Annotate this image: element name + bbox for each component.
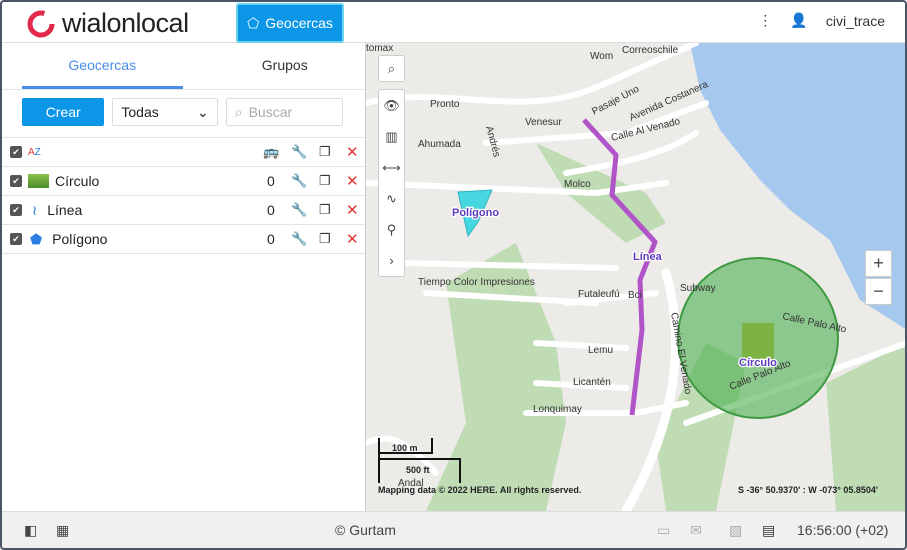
wrench-icon[interactable]: 🔧 xyxy=(291,173,307,189)
footer: ◧ ▦ © Gurtam ▭ ✉ ▨ ▤ 16:56:00 (+02) xyxy=(0,511,907,550)
map-label: Correoschile xyxy=(622,45,679,56)
scale-feet: 500 ft xyxy=(406,465,430,475)
layout-icon[interactable]: ▤ xyxy=(762,522,775,539)
filter-select[interactable]: Todas ⌄ xyxy=(112,98,218,126)
list-header: ✔ AZ 🚌 🔧 ❐ ✕ xyxy=(0,138,365,167)
delete-icon[interactable]: ✕ xyxy=(346,201,359,219)
map-label: Venesur xyxy=(525,117,562,128)
unit-bus-icon[interactable]: 🚌 xyxy=(263,144,279,160)
more-menu-icon[interactable]: ⋮ xyxy=(758,12,772,29)
map-search-button[interactable]: ⌕ xyxy=(378,55,405,82)
scale-meters: 100 m xyxy=(392,443,418,453)
map-label: Ahumada xyxy=(418,139,461,150)
map-label: Molco xyxy=(564,179,591,190)
checkbox[interactable]: ✔ xyxy=(10,175,22,187)
notifications-icon[interactable]: ▭ xyxy=(657,522,670,539)
line-label: Línea xyxy=(633,251,663,263)
zoom-in-button[interactable]: + xyxy=(865,250,892,277)
wrench-icon[interactable]: 🔧 xyxy=(291,202,307,218)
create-button[interactable]: Crear xyxy=(22,98,105,126)
select-all-checkbox[interactable]: ✔ xyxy=(10,146,22,158)
map-label: Lonquimay xyxy=(533,404,582,415)
sort-az-icon[interactable]: AZ xyxy=(28,147,41,158)
points-icon[interactable]: ⚲ xyxy=(387,214,397,245)
username[interactable]: civi_trace xyxy=(826,13,885,29)
wrench-icon[interactable]: 🔧 xyxy=(291,231,307,247)
geofence-icon: ⬠ xyxy=(247,14,260,31)
messages-icon[interactable]: ✉ xyxy=(690,522,702,539)
grid-icon[interactable]: ▦ xyxy=(56,522,69,539)
tab-grupos[interactable]: Grupos xyxy=(205,43,366,89)
search-icon[interactable]: ⌕ xyxy=(388,56,395,81)
map[interactable]: tomax Wom Correoschile Pronto Venesur Pa… xyxy=(366,43,907,511)
chevron-right-icon[interactable]: › xyxy=(389,245,393,276)
footer-copyright: © Gurtam xyxy=(335,522,396,538)
eye-icon[interactable]: 👁 xyxy=(383,90,400,121)
map-label: Wom xyxy=(590,51,613,62)
search-input[interactable]: ⌕ Buscar xyxy=(225,98,343,126)
map-label: tomax xyxy=(366,43,393,54)
delete-icon[interactable]: ✕ xyxy=(346,172,359,190)
copy-icon[interactable]: ❐ xyxy=(319,202,331,218)
image-thumbnail-icon xyxy=(28,174,49,188)
map-label: Futaleufú xyxy=(578,289,620,300)
copy-icon[interactable]: ❐ xyxy=(319,231,331,247)
map-copyright: Mapping data © 2022 HERE. All rights res… xyxy=(378,485,581,495)
checkbox[interactable]: ✔ xyxy=(10,204,22,216)
logo-text: wialonlocal xyxy=(62,8,189,38)
line-icon: ≀ xyxy=(32,201,38,218)
wrench-icon[interactable]: 🔧 xyxy=(291,144,307,160)
search-icon: ⌕ xyxy=(234,103,243,120)
map-label: Bci xyxy=(628,290,642,301)
delete-icon[interactable]: ✕ xyxy=(346,143,359,161)
copy-icon[interactable]: ❐ xyxy=(319,173,331,189)
polygon-icon: ⬟ xyxy=(30,230,43,247)
server-time: 16:56:00 (+02) xyxy=(797,522,889,538)
list-item[interactable]: ✔ Círculo 0 🔧 ❐ ✕ xyxy=(0,167,365,196)
map-label: Lemu xyxy=(588,345,613,356)
map-label: Tiempo Color Impresiones xyxy=(418,277,535,288)
map-label: Pronto xyxy=(430,99,460,110)
circle-label: Círculo xyxy=(739,357,777,369)
ruler-icon[interactable]: ⟷ xyxy=(382,152,401,183)
checkbox[interactable]: ✔ xyxy=(10,233,22,245)
circle-image-icon xyxy=(742,323,774,361)
map-label: Subway xyxy=(680,283,716,294)
polygon-label: Polígono xyxy=(452,207,499,219)
sidebar: Geocercas Grupos Crear Todas ⌄ ⌕ Buscar ✔ … xyxy=(0,43,366,511)
user-icon[interactable]: 👤 xyxy=(790,12,807,29)
route-icon[interactable]: ∿ xyxy=(386,183,397,214)
geofences-module-button[interactable]: ⬠ Geocercas xyxy=(236,3,344,43)
list-item[interactable]: ✔ ⬟ Polígono 0 🔧 ❐ ✕ xyxy=(0,225,365,254)
map-layers-icon[interactable]: ▥ xyxy=(385,121,397,152)
zoom-out-button[interactable]: − xyxy=(865,278,892,305)
header: wialonlocal ⬠ Geocercas ⋮ 👤 civi_trace xyxy=(0,0,907,43)
wialon-logo-icon xyxy=(27,10,55,37)
logo: wialonlocal xyxy=(26,8,189,39)
panel-toggle-icon[interactable]: ◧ xyxy=(24,522,37,539)
map-toolbar: 👁 ▥ ⟷ ∿ ⚲ › xyxy=(378,89,405,277)
delete-icon[interactable]: ✕ xyxy=(346,230,359,248)
copy-icon[interactable]: ❐ xyxy=(319,144,331,160)
chevron-down-icon: ⌄ xyxy=(197,103,209,120)
cursor-coordinates: S -36° 50.9370' : W -073° 05.8504' xyxy=(738,485,878,495)
map-label: Licantén xyxy=(573,377,611,388)
list-item[interactable]: ✔ ≀ Línea 0 🔧 ❐ ✕ xyxy=(0,196,365,225)
tab-geocercas[interactable]: Geocercas xyxy=(22,43,183,89)
image-icon[interactable]: ▨ xyxy=(729,522,742,539)
map-label: Calle Al Venado xyxy=(610,116,682,144)
map-canvas[interactable]: tomax Wom Correoschile Pronto Venesur Pa… xyxy=(366,43,907,511)
